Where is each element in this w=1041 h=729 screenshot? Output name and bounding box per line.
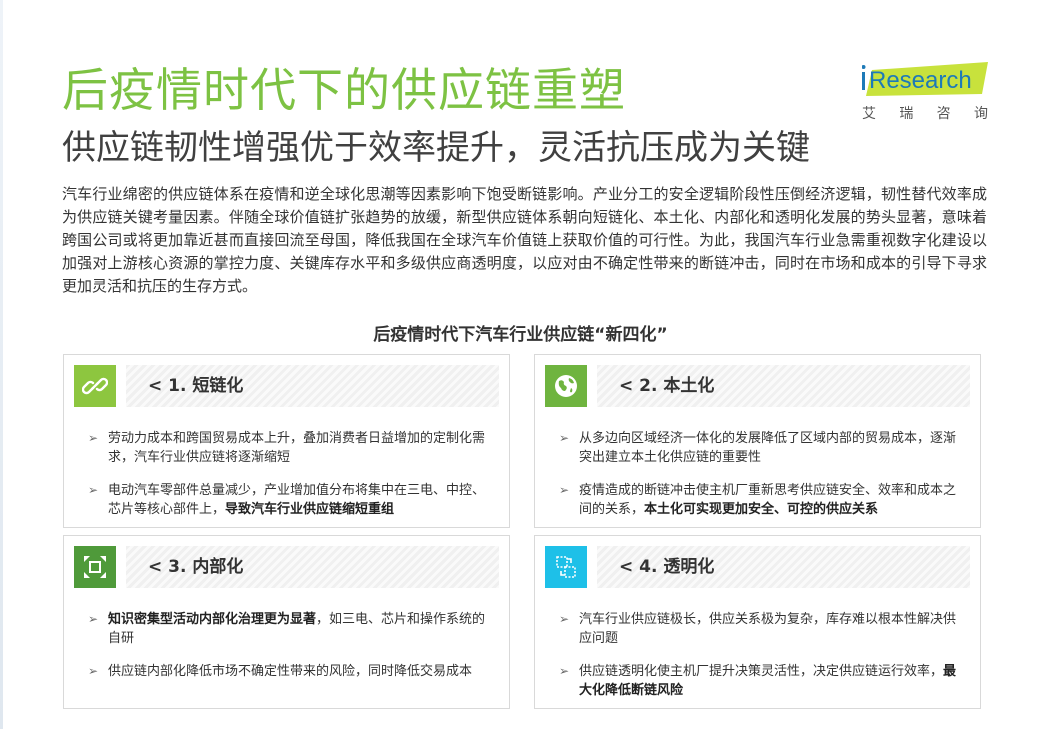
page-title: 后疫情时代下的供应链重塑 <box>62 63 626 117</box>
list-item: ➢ 劳动力成本和跨国贸易成本上升，叠加消费者日益增加的定制化需求，汽车行业供应链将… <box>88 431 486 465</box>
list-item: ➢ 疫情造成的断链冲击使主机厂重新思考供应链安全、效率和成本之间的关系，本土化可实… <box>559 483 957 517</box>
arrow-icon: ➢ <box>88 612 99 626</box>
iresearch-logo: Research 艾 瑞 咨 询 <box>862 56 994 126</box>
collapse-icon <box>74 546 116 588</box>
logo-chinese-name: 艾 瑞 咨 询 <box>862 106 990 122</box>
arrow-icon: ➢ <box>559 612 570 626</box>
intro-paragraph: 汽车行业绵密的供应链体系在疫情和逆全球化思潮等因素影响下饱受断链影响。产业分工的… <box>62 185 987 295</box>
logo-wordmark: Research <box>869 67 972 94</box>
card-header: < 3. 内部化 <box>74 546 499 588</box>
section-heading: 后疫情时代下汽车行业供应链“新四化” <box>373 325 668 345</box>
card-localization: < 2. 本土化 ➢ 从多边向区域经济一体化的发展降低了区域内部的贸易成本，逐渐突… <box>534 354 981 528</box>
list-item: ➢ 供应链内部化降低市场不确定性带来的风险，同时降低交易成本 <box>88 664 473 679</box>
bullet-list: ➢ 从多边向区域经济一体化的发展降低了区域内部的贸易成本，逐渐突出建立本土化供应链… <box>559 429 959 533</box>
card-transparency: < 4. 透明化 ➢ 汽车行业供应链极长，供应关系极为复杂，库存难以根本性解决供应… <box>534 535 981 709</box>
bullet-list: ➢ 劳动力成本和跨国贸易成本上升，叠加消费者日益增加的定制化需求，汽车行业供应链将… <box>88 429 488 533</box>
list-item: ➢ 汽车行业供应链极长，供应关系极为复杂，库存难以根本性解决供应问题 <box>559 612 957 646</box>
link-icon <box>74 365 116 407</box>
card-title: < 4. 透明化 <box>619 557 715 577</box>
card-title: < 2. 本土化 <box>619 376 715 396</box>
arrow-icon: ➢ <box>88 431 99 445</box>
arrow-icon: ➢ <box>559 431 570 445</box>
card-short-chain: < 1. 短链化 ➢ 劳动力成本和跨国贸易成本上升，叠加消费者日益增加的定制化需求… <box>63 354 510 528</box>
card-internalization: < 3. 内部化 ➢ 知识密集型活动内部化治理更为显著，如三电、芯片和操作系统的自… <box>63 535 510 709</box>
list-item: ➢ 电动汽车零部件总量减少，产业增加值分布将集中在三电、中控、芯片等核心部件上，导… <box>88 483 486 517</box>
list-item: ➢ 从多边向区域经济一体化的发展降低了区域内部的贸易成本，逐渐突出建立本土化供应链… <box>559 431 957 465</box>
page-edge <box>0 0 3 729</box>
transparency-icon <box>545 546 587 588</box>
card-header: < 2. 本土化 <box>545 365 970 407</box>
card-title: < 3. 内部化 <box>148 557 244 577</box>
card-header: < 4. 透明化 <box>545 546 970 588</box>
card-header: < 1. 短链化 <box>74 365 499 407</box>
list-item: ➢ 知识密集型活动内部化治理更为显著，如三电、芯片和操作系统的自研 <box>88 612 486 646</box>
bullet-list: ➢ 汽车行业供应链极长，供应关系极为复杂，库存难以根本性解决供应问题 ➢ 供应链透明… <box>559 610 959 714</box>
arrow-icon: ➢ <box>559 664 570 678</box>
arrow-icon: ➢ <box>88 483 99 497</box>
list-item: ➢ 供应链透明化使主机厂提升决策灵活性，决定供应链运行效率，最大化降低断链风险 <box>559 664 957 698</box>
iresearch-logo-mark: Research <box>862 62 988 96</box>
bullet-list: ➢ 知识密集型活动内部化治理更为显著，如三电、芯片和操作系统的自研 ➢ 供应链内部化… <box>88 610 488 695</box>
arrow-icon: ➢ <box>559 483 570 497</box>
globe-icon <box>545 365 587 407</box>
page-subtitle: 供应链韧性增强优于效率提升，灵活抗压成为关键 <box>62 128 810 168</box>
arrow-icon: ➢ <box>88 664 99 678</box>
card-title: < 1. 短链化 <box>148 376 244 396</box>
